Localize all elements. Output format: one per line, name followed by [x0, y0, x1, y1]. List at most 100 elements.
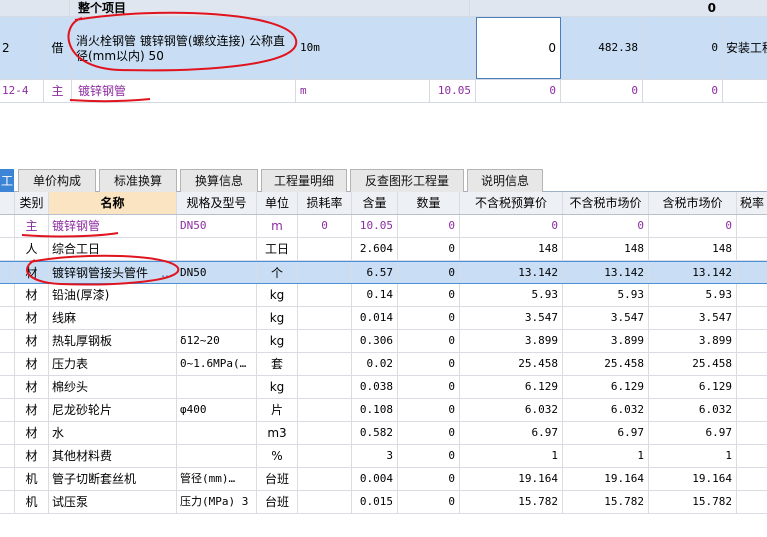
- sub-row-category: [723, 80, 767, 102]
- tab-materials[interactable]: 工: [0, 169, 14, 192]
- col-header-tax-rate[interactable]: 税率: [737, 192, 767, 214]
- cell-name[interactable]: 试压泵: [49, 491, 177, 513]
- cell-spec: DN50: [177, 262, 257, 283]
- col-header-loss-rate[interactable]: 损耗率: [298, 192, 352, 214]
- cell-quantity: 0: [398, 353, 460, 375]
- cell-market-price[interactable]: 3.547: [563, 307, 649, 329]
- cell-content[interactable]: 0.02: [352, 353, 398, 375]
- cell-content[interactable]: 6.57: [352, 262, 398, 283]
- cell-market-price[interactable]: 15.782: [563, 491, 649, 513]
- table-row[interactable]: 材其他材料费% 3 0 1 1 1: [0, 445, 767, 468]
- main-row[interactable]: 2 借 消火栓钢管 镀锌钢管(螺纹连接) 公称直径(mm以内) 50 10m 0…: [0, 17, 767, 80]
- cell-name[interactable]: 镀锌钢管: [49, 215, 177, 237]
- cell-type: 材: [15, 353, 49, 375]
- cell-tax-rate: [737, 330, 767, 352]
- cell-market-price[interactable]: 6.032: [563, 399, 649, 421]
- cell-type: 材: [15, 307, 49, 329]
- table-row[interactable]: 材水 m3 0.582 0 6.97 6.97 6.97: [0, 422, 767, 445]
- cell-market-price[interactable]: 19.164: [563, 468, 649, 490]
- group-row[interactable]: 整个项目 0: [0, 0, 767, 17]
- cell-name[interactable]: 综合工日: [49, 238, 177, 260]
- table-row[interactable]: 机试压泵 压力(MPa) 3 台班 0.015 0 15.782 15.782 15.782: [0, 491, 767, 514]
- cell-tax-market-price: 15.782: [649, 491, 737, 513]
- tab-conversion-info[interactable]: 换算信息: [180, 169, 258, 192]
- cell-content[interactable]: 0.014: [352, 307, 398, 329]
- cell-name[interactable]: 线麻: [49, 307, 177, 329]
- col-header-content[interactable]: 含量: [352, 192, 398, 214]
- cell-content[interactable]: 0.582: [352, 422, 398, 444]
- cell-market-price[interactable]: 1: [563, 445, 649, 467]
- cell-name[interactable]: 棉纱头: [49, 376, 177, 398]
- cell-name[interactable]: 热轧厚钢板: [49, 330, 177, 352]
- cell-name[interactable]: 管子切断套丝机: [49, 468, 177, 490]
- main-row-qty-input[interactable]: 0: [476, 17, 561, 79]
- cell-gutter: [0, 376, 15, 398]
- cell-tax-rate: [737, 376, 767, 398]
- cell-name[interactable]: 水: [49, 422, 177, 444]
- sub-row[interactable]: 12-4 主 镀锌钢管 m 10.05 0 0 0: [0, 80, 767, 103]
- cell-market-price[interactable]: 13.142: [563, 262, 649, 283]
- table-row[interactable]: 材棉纱头 kg 0.038 0 6.129 6.129 6.129: [0, 376, 767, 399]
- cell-market-price[interactable]: 0: [563, 215, 649, 237]
- col-header-unit[interactable]: 单位: [257, 192, 298, 214]
- table-row[interactable]: 材镀锌钢管接头管件… DN50 个 6.57 0 13.142 13.142 13.142: [0, 261, 767, 284]
- cell-name[interactable]: 铅油(厚漆): [49, 284, 177, 306]
- ellipsis-icon[interactable]: …: [161, 262, 173, 283]
- cell-market-price[interactable]: 6.97: [563, 422, 649, 444]
- cell-budget-price: 25.458: [460, 353, 563, 375]
- col-header-market-price[interactable]: 不含税市场价: [563, 192, 649, 214]
- col-header-budget-price[interactable]: 不含税预算价: [460, 192, 563, 214]
- cell-name[interactable]: 镀锌钢管接头管件…: [49, 262, 177, 283]
- cell-tax-market-price: 3.547: [649, 307, 737, 329]
- table-row[interactable]: 材线麻 kg 0.014 0 3.547 3.547 3.547: [0, 307, 767, 330]
- table-row[interactable]: 材尼龙砂轮片 φ400 片 0.108 0 6.032 6.032 6.032: [0, 399, 767, 422]
- cell-budget-price: 13.142: [460, 262, 563, 283]
- cell-content[interactable]: 0.306: [352, 330, 398, 352]
- cell-quantity: 0: [398, 262, 460, 283]
- cell-tax-market-price: 13.142: [649, 262, 737, 283]
- cell-name[interactable]: 其他材料费: [49, 445, 177, 467]
- col-header-quantity[interactable]: 数量: [398, 192, 460, 214]
- cell-content[interactable]: 0.015: [352, 491, 398, 513]
- cell-spec: [177, 307, 257, 329]
- cell-content[interactable]: 0.14: [352, 284, 398, 306]
- cell-market-price[interactable]: 148: [563, 238, 649, 260]
- cell-market-price[interactable]: 3.899: [563, 330, 649, 352]
- cell-content[interactable]: 3: [352, 445, 398, 467]
- table-row[interactable]: 材热轧厚钢板 δ12~20 kg 0.306 0 3.899 3.899 3.899: [0, 330, 767, 353]
- col-header-tax-market-price[interactable]: 含税市场价: [649, 192, 737, 214]
- cell-tax-market-price: 148: [649, 238, 737, 260]
- tab-description[interactable]: 说明信息: [467, 169, 543, 192]
- tab-unit-price-composition[interactable]: 单价构成: [18, 169, 96, 192]
- cell-market-price[interactable]: 6.129: [563, 376, 649, 398]
- cell-type: 材: [15, 445, 49, 467]
- col-header-spec[interactable]: 规格及型号: [177, 192, 257, 214]
- table-row[interactable]: 机管子切断套丝机 管径(mm)… 台班 0.004 0 19.164 19.164 19.16…: [0, 468, 767, 491]
- table-row[interactable]: 人综合工日 工日 2.604 0 148 148 148: [0, 238, 767, 261]
- cell-content[interactable]: 0.004: [352, 468, 398, 490]
- tab-standard-conversion[interactable]: 标准换算: [99, 169, 177, 192]
- table-row[interactable]: 材压力表 0~1.6MPa(… 套 0.02 0 25.458 25.458 25.458: [0, 353, 767, 376]
- cell-name[interactable]: 尼龙砂轮片: [49, 399, 177, 421]
- sub-row-price: 0: [561, 80, 643, 102]
- cell-loss-rate: [298, 330, 352, 352]
- cell-content[interactable]: 10.05: [352, 215, 398, 237]
- table-row[interactable]: 材铅油(厚漆) kg 0.14 0 5.93 5.93 5.93: [0, 284, 767, 307]
- cell-unit: 个: [257, 262, 298, 283]
- cell-budget-price: 148: [460, 238, 563, 260]
- cell-spec: δ12~20: [177, 330, 257, 352]
- col-header-type[interactable]: 类别: [15, 192, 49, 214]
- main-row-name[interactable]: 消火栓钢管 镀锌钢管(螺纹连接) 公称直径(mm以内) 50: [72, 17, 296, 79]
- cell-name[interactable]: 压力表: [49, 353, 177, 375]
- cell-content[interactable]: 2.604: [352, 238, 398, 260]
- sub-row-name[interactable]: 镀锌钢管: [72, 80, 296, 102]
- cell-market-price[interactable]: 25.458: [563, 353, 649, 375]
- tab-reverse-lookup[interactable]: 反查图形工程量: [350, 169, 464, 192]
- col-header-name[interactable]: 名称: [49, 192, 177, 214]
- cell-content[interactable]: 0.038: [352, 376, 398, 398]
- main-row-code: 2: [0, 17, 44, 79]
- tab-quantity-detail[interactable]: 工程量明细: [261, 169, 347, 192]
- cell-content[interactable]: 0.108: [352, 399, 398, 421]
- table-row[interactable]: 主镀锌钢管 DN50 m 0 10.05 0 0 0 0: [0, 215, 767, 238]
- cell-market-price[interactable]: 5.93: [563, 284, 649, 306]
